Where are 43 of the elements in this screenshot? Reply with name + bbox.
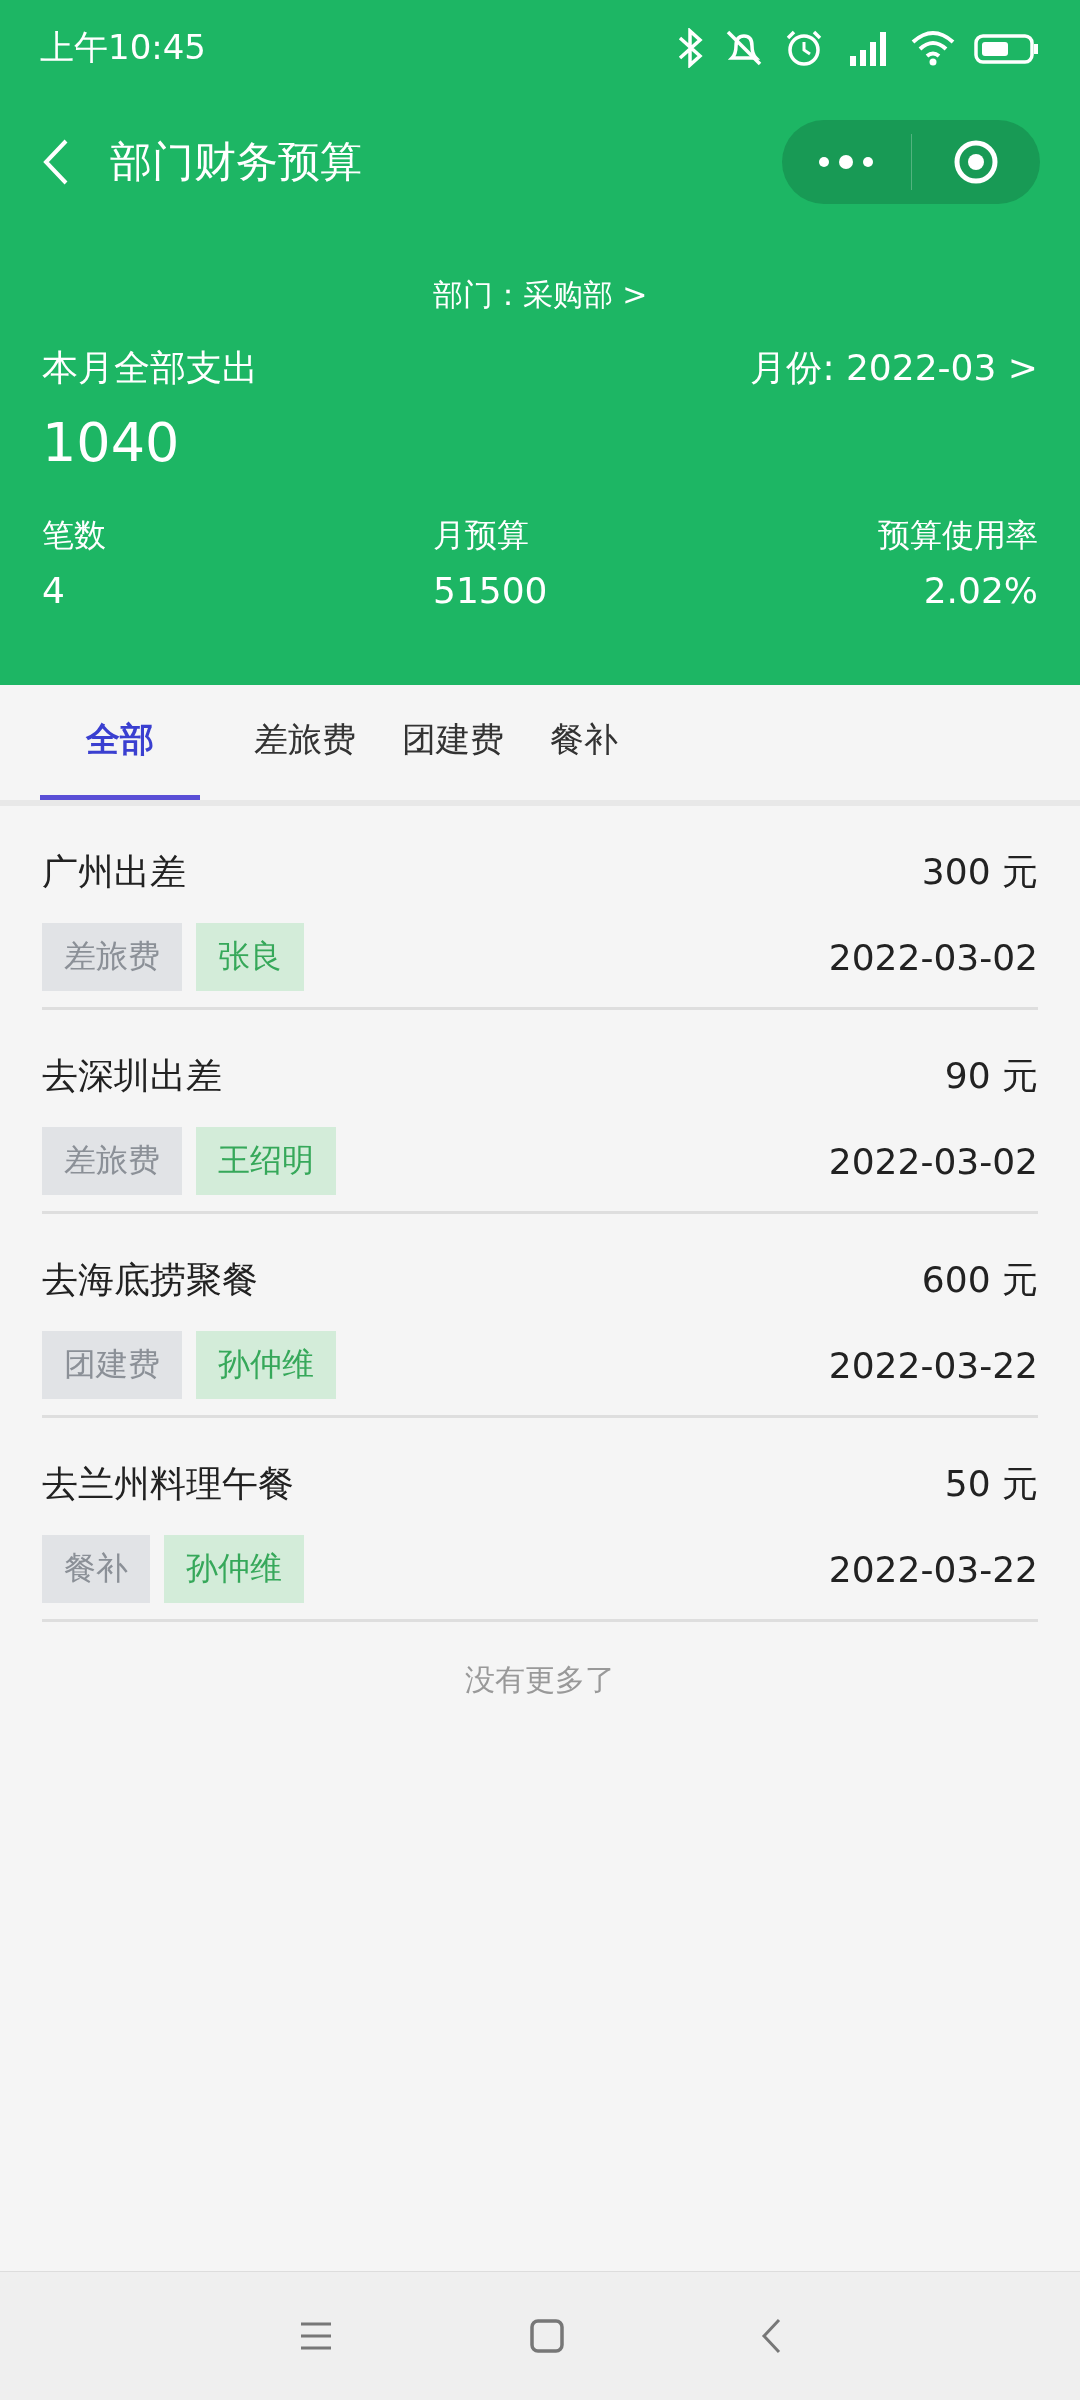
bluetooth-icon [678,27,704,68]
end-of-list-text: 没有更多了 [465,1661,615,1699]
person-tag: 王绍明 [196,1127,336,1195]
stat-label: 月预算 [433,515,529,556]
person-tag: 张良 [196,923,304,991]
record-amount: 50 元 [944,1462,1038,1506]
category-tab[interactable]: 餐补 [550,685,618,800]
person-tag: 孙仲维 [164,1535,304,1603]
menu-icon[interactable] [298,2321,333,2351]
category-tag: 差旅费 [42,923,182,991]
record-date: 2022-03-02 [828,1140,1038,1182]
total-amount: 1040 [42,411,181,474]
category-tab[interactable]: 全部 [40,685,200,800]
category-tag: 差旅费 [42,1127,182,1195]
expense-record[interactable]: 去海底捞聚餐 600 元 团建费 孙仲维 2022-03-22 [42,1214,1038,1418]
stat-value: 4 [42,570,65,611]
record-title: 去海底捞聚餐 [42,1258,258,1302]
record-title: 去深圳出差 [42,1054,222,1098]
stat-label: 笔数 [42,515,106,556]
record-date: 2022-03-02 [828,936,1038,978]
record-amount: 300 元 [921,850,1038,894]
back-icon[interactable] [761,2318,782,2354]
record-title: 广州出差 [42,850,186,894]
record-amount: 90 元 [944,1054,1038,1098]
stat-label: 预算使用率 [878,515,1038,556]
page-title: 部门财务预算 [110,136,363,188]
expense-record[interactable]: 去深圳出差 90 元 差旅费 王绍明 2022-03-02 [42,1010,1038,1214]
summary-label: 本月全部支出 [42,346,258,390]
record-amount: 600 元 [921,1258,1038,1302]
category-tag: 团建费 [42,1331,182,1399]
record-date: 2022-03-22 [828,1344,1038,1386]
category-tab[interactable]: 差旅费 [254,685,356,800]
home-icon[interactable] [530,2319,564,2353]
expense-record[interactable]: 广州出差 300 元 差旅费 张良 2022-03-02 [42,806,1038,1010]
status-time: 上午10:45 [40,25,206,69]
stat-value: 51500 [433,570,548,611]
category-tag: 餐补 [42,1535,150,1603]
expense-record[interactable]: 去兰州料理午餐 50 元 餐补 孙仲维 2022-03-22 [42,1418,1038,1622]
stat-value: 2.02% [923,570,1038,611]
record-title: 去兰州料理午餐 [42,1462,294,1506]
record-date: 2022-03-22 [828,1548,1038,1590]
category-tab[interactable]: 团建费 [402,685,504,800]
person-tag: 孙仲维 [196,1331,336,1399]
